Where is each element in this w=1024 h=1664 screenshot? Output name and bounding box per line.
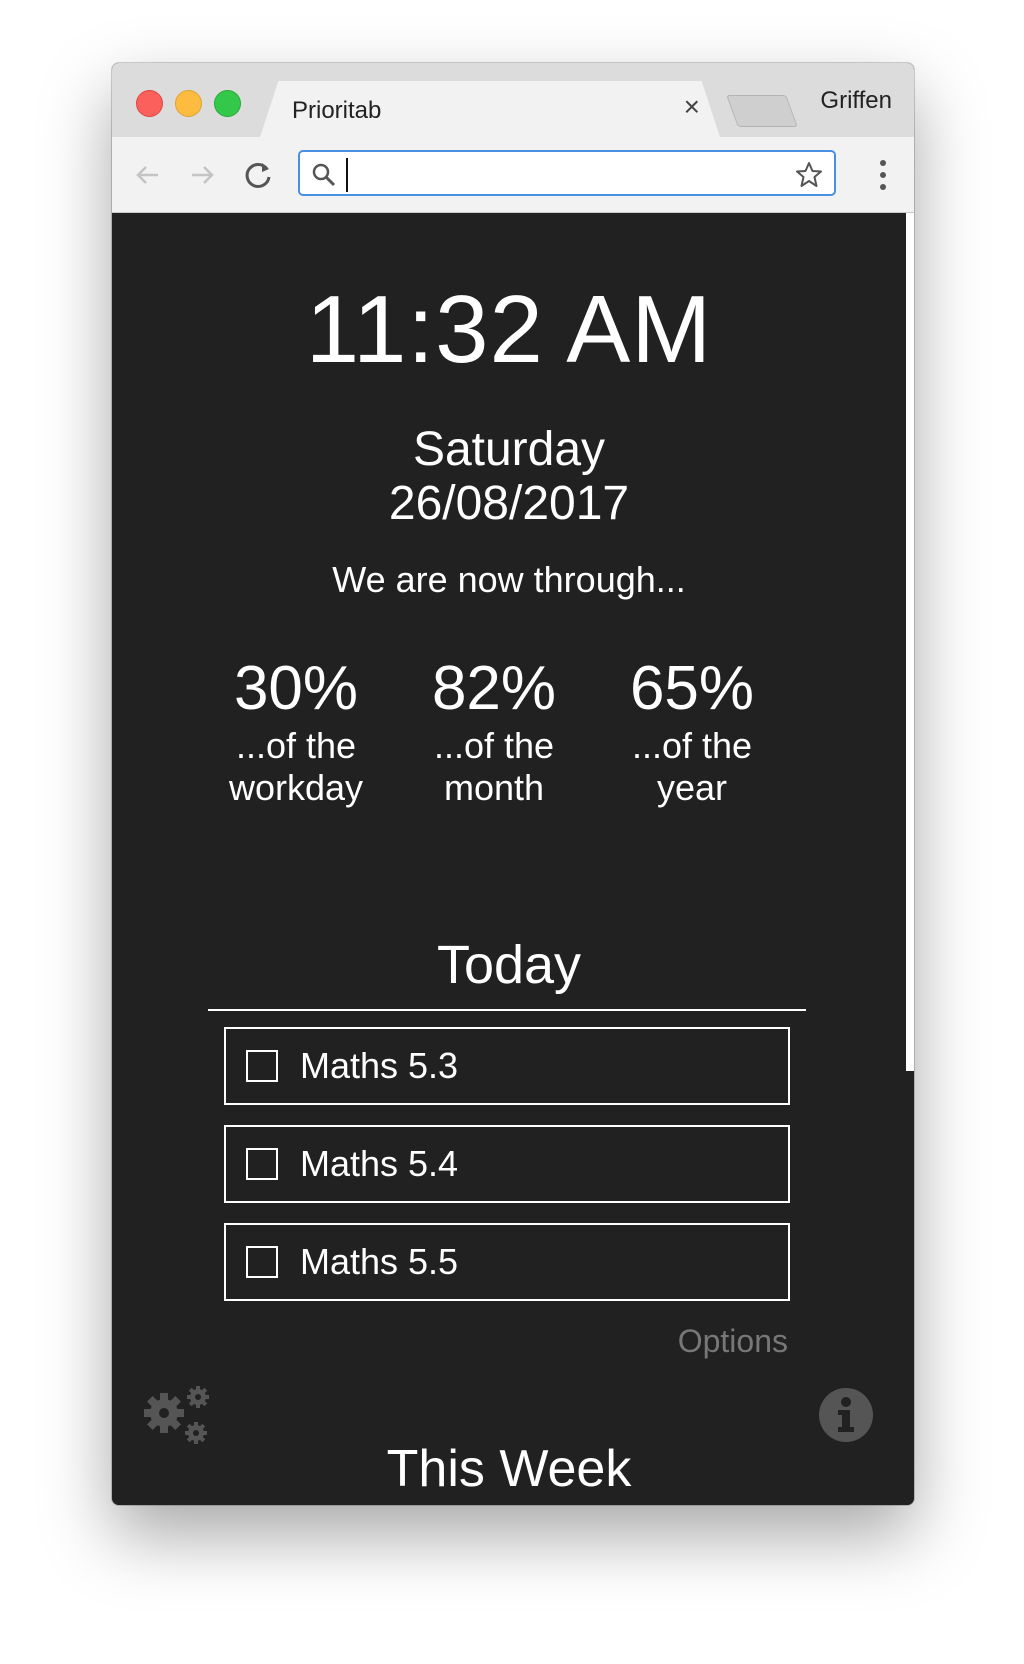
task-item[interactable]: Maths 5.5	[224, 1223, 790, 1301]
info-icon[interactable]	[818, 1387, 874, 1443]
day-of-week: Saturday	[412, 423, 606, 476]
scrollbar[interactable]	[906, 213, 914, 1071]
progress-label-line1: ...of the	[631, 725, 753, 766]
tab-close-button[interactable]: ×	[684, 93, 700, 121]
window-minimize-button[interactable]	[175, 90, 202, 117]
menu-dots-icon[interactable]	[878, 157, 888, 193]
task-checkbox[interactable]	[246, 1246, 278, 1278]
task-checkbox[interactable]	[246, 1148, 278, 1180]
date-text: 26/08/2017	[388, 477, 630, 530]
browser-toolbar	[112, 137, 914, 213]
progress-label-line2: workday	[228, 767, 364, 808]
new-tab-page: 11:32 AM Saturday 26/08/2017 We are now …	[112, 213, 914, 1505]
address-bar[interactable]	[298, 150, 836, 196]
progress-label-line2: month	[443, 767, 545, 808]
search-icon	[312, 163, 336, 187]
window-close-button[interactable]	[136, 90, 163, 117]
tab-title: Prioritab	[292, 97, 382, 124]
address-input[interactable]	[346, 158, 774, 192]
month-progress: 82% ...of the month	[394, 653, 594, 809]
task-label: Maths 5.4	[300, 1143, 459, 1184]
workday-progress: 30% ...of the workday	[196, 653, 396, 809]
star-icon[interactable]	[794, 160, 824, 190]
browser-window: Prioritab × Griffen 11:32 AM Saturday 26…	[112, 63, 914, 1505]
clock-time: 11:32 AM	[305, 276, 713, 383]
today-divider	[208, 1009, 806, 1011]
progress-label-line1: ...of the	[235, 725, 357, 766]
progress-value: 65%	[629, 654, 755, 723]
new-tab-button[interactable]	[726, 95, 798, 127]
reload-icon[interactable]	[238, 155, 278, 195]
task-label: Maths 5.5	[300, 1241, 459, 1282]
task-label: Maths 5.3	[300, 1045, 459, 1086]
profile-name[interactable]: Griffen	[820, 87, 892, 115]
progress-label-line1: ...of the	[433, 725, 555, 766]
task-checkbox[interactable]	[246, 1050, 278, 1082]
this-week-title: This Week	[386, 1440, 632, 1498]
browser-tab[interactable]: Prioritab ×	[260, 81, 720, 137]
back-arrow-icon[interactable]	[128, 155, 168, 195]
year-progress: 65% ...of the year	[592, 653, 792, 809]
task-item[interactable]: Maths 5.3	[224, 1027, 790, 1105]
options-link[interactable]: Options	[678, 1323, 788, 1360]
progress-value: 30%	[233, 654, 359, 723]
progress-heading: We are now through...	[332, 559, 686, 600]
window-maximize-button[interactable]	[214, 90, 241, 117]
progress-label-line2: year	[656, 767, 728, 808]
task-item[interactable]: Maths 5.4	[224, 1125, 790, 1203]
today-title: Today	[436, 935, 582, 995]
progress-value: 82%	[431, 654, 557, 723]
title-bar: Prioritab × Griffen	[112, 63, 914, 137]
forward-arrow-icon[interactable]	[182, 155, 222, 195]
